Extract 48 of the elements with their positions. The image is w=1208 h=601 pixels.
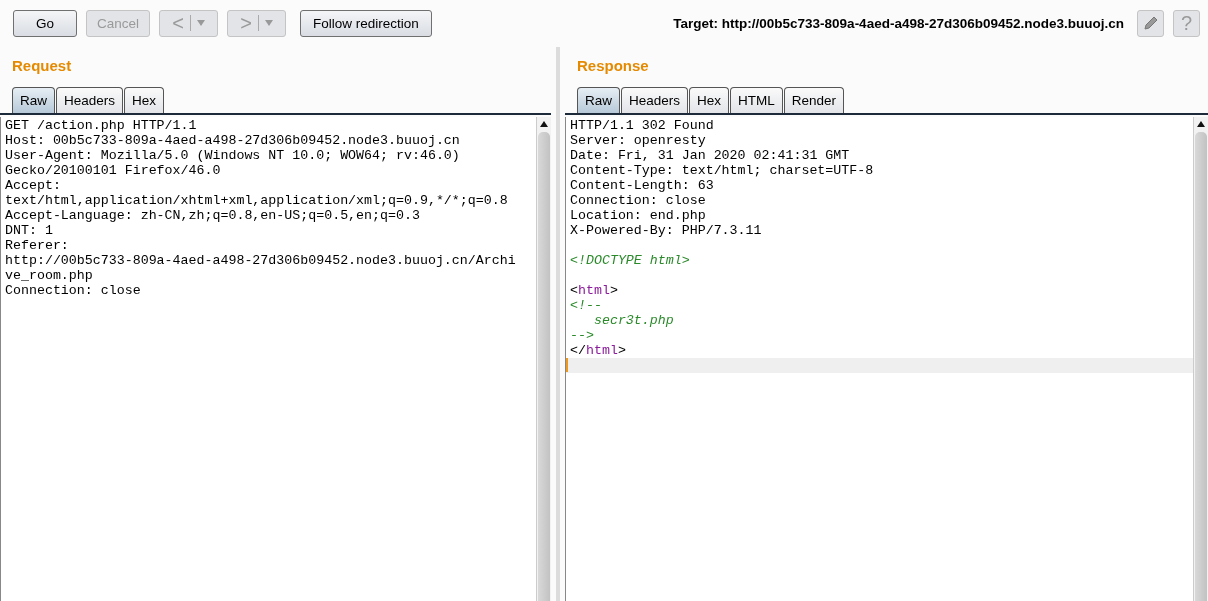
toolbar-button[interactable]: Go — [13, 9, 77, 37]
code-line: Connection: close — [570, 193, 706, 208]
target-url: Target: http://00b5c733-809a-4aed-a498-27d306b09452.node3.buuoj.cn — [673, 15, 1124, 31]
view-tab[interactable]: Headers — [56, 87, 124, 113]
code-line: DNT: 1 — [5, 223, 53, 238]
toolbar-button[interactable]: Follow redirection — [300, 9, 432, 37]
view-tab[interactable]: Raw — [12, 87, 55, 113]
scroll-up-icon — [1197, 120, 1205, 127]
view-tab[interactable]: Hex — [689, 87, 730, 113]
edit-button[interactable] — [1137, 9, 1164, 37]
code-line: <!DOCTYPE html> — [570, 253, 690, 268]
view-tab[interactable]: Render — [783, 87, 845, 113]
code-line: Location: end.php — [570, 208, 706, 223]
code-line: HTTP/1.1 302 Found — [570, 118, 714, 133]
text-cursor — [566, 358, 568, 372]
pencil-icon — [1142, 15, 1159, 31]
code-line: Connection: close — [5, 283, 141, 298]
view-tab[interactable]: Raw — [577, 87, 620, 113]
caret-icon — [264, 20, 273, 26]
code-line: GET /action.php HTTP/1.1 — [5, 118, 197, 133]
code-line: Server: openresty — [570, 133, 706, 148]
scroll-up-icon — [540, 120, 548, 127]
scrollbar[interactable] — [536, 117, 551, 601]
code-line: text/html,application/xhtml+xml,application/xml;q=0.9,*/*;q=0.8 — [5, 193, 508, 208]
code-line: Content-Type: text/html; charset=UTF-8 — [570, 163, 874, 178]
code-line: Gecko/20100101 Firefox/46.0 — [5, 163, 221, 178]
code-line: <html> — [570, 283, 618, 298]
code-line: Referer: — [5, 238, 69, 253]
code-line: Content-Length: 63 — [570, 178, 714, 193]
view-tab[interactable]: HTML — [730, 87, 783, 113]
code-line: --> — [570, 328, 594, 343]
code-line: <!-- — [570, 298, 602, 313]
code-line: User-Agent: Mozilla/5.0 (Windows NT 10.0; WOW64; rv:46.0) — [5, 148, 460, 163]
code-line: Host: 00b5c733-809a-4aed-a498-27d306b09452.node3.buuoj.cn — [5, 133, 460, 148]
view-tab[interactable]: Hex — [124, 87, 165, 113]
caret-icon — [196, 20, 205, 26]
code-line: http://00b5c733-809a-4aed-a498-27d306b09452.node3.buuoj.cn/Archi — [5, 253, 516, 268]
pane-title: Response — [576, 56, 649, 76]
scrollbar[interactable] — [1193, 117, 1208, 601]
code-line: </html> — [570, 343, 626, 358]
code-line: secr3t.php — [592, 313, 674, 328]
code-line: Accept-Language: zh-CN,zh;q=0.8,en-US;q=0.5,en;q=0.3 — [5, 208, 420, 223]
code-line: Accept: — [5, 178, 61, 193]
code-line: Date: Fri, 31 Jan 2020 02:41:31 GMT — [570, 148, 850, 163]
code-line: X-Powered-By: PHP/7.3.11 — [570, 223, 762, 238]
code-line: ve_room.php — [5, 268, 93, 283]
view-tab[interactable]: Headers — [621, 87, 689, 113]
pane-title: Request — [11, 56, 72, 76]
